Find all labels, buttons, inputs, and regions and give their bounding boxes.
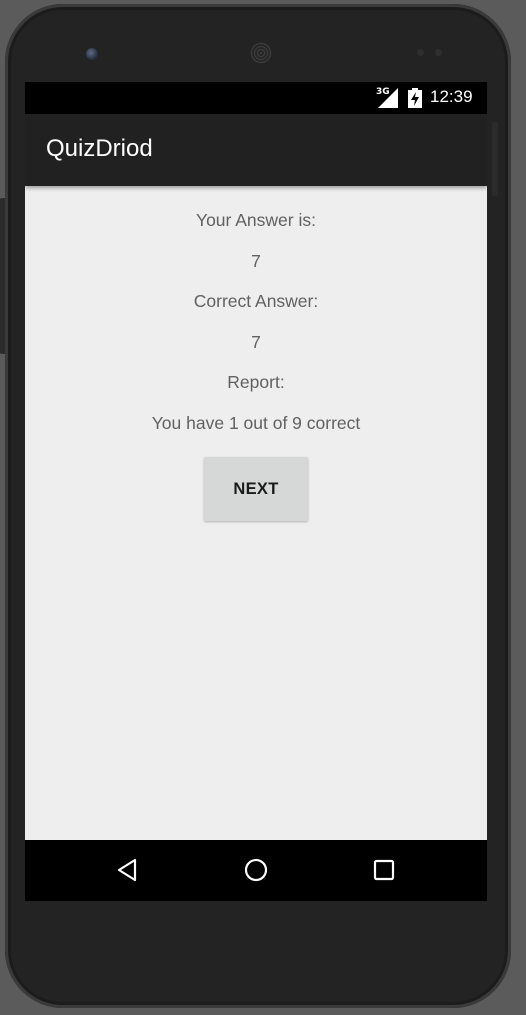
status-bar: 3G 12:39	[25, 82, 487, 114]
emulator-frame: 3G 12:39 QuizDriod Your Answer is: 7 Cor…	[0, 0, 526, 1015]
result-content: Your Answer is: 7 Correct Answer: 7 Repo…	[25, 186, 487, 840]
app-title: QuizDriod	[46, 135, 153, 162]
correct-answer-value: 7	[251, 332, 261, 352]
front-camera	[86, 48, 98, 60]
proximity-sensor	[417, 49, 424, 56]
back-icon[interactable]	[114, 856, 142, 884]
light-sensor	[435, 49, 442, 56]
app-bar: QuizDriod	[25, 114, 487, 186]
navigation-bar	[25, 840, 487, 901]
power-button	[492, 122, 498, 196]
your-answer-label: Your Answer is:	[196, 210, 316, 230]
your-answer-value: 7	[251, 251, 261, 271]
battery-charging-icon	[408, 88, 422, 108]
report-label: Report:	[227, 372, 285, 392]
phone-screen: 3G 12:39 QuizDriod Your Answer is: 7 Cor…	[25, 82, 487, 901]
network-type-label: 3G	[376, 87, 390, 97]
clock: 12:39	[430, 87, 473, 106]
report-text: You have 1 out of 9 correct	[151, 413, 361, 433]
correct-answer-label: Correct Answer:	[193, 291, 319, 311]
earpiece-speaker	[250, 42, 272, 64]
recent-apps-icon[interactable]	[370, 856, 398, 884]
next-button[interactable]: NEXT	[204, 457, 308, 521]
home-icon[interactable]	[242, 856, 270, 884]
